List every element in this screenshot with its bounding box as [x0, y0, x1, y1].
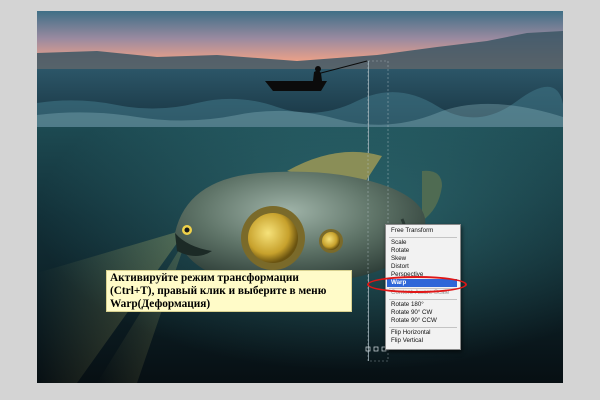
menu-item-scale[interactable]: Scale — [391, 239, 457, 247]
menu-item-skew[interactable]: Skew — [391, 255, 457, 263]
transform-context-menu[interactable]: Free Transform Scale Rotate Skew Distort… — [385, 224, 461, 350]
menu-separator — [389, 327, 457, 328]
menu-item-content-aware-scale: Content-Aware Scale — [391, 289, 450, 296]
caption-line-3: Warp(Деформация) — [110, 298, 211, 310]
instruction-caption: Активируйте режим трансформации (Ctrl+T)… — [106, 270, 352, 312]
menu-item-flip-horizontal[interactable]: Flip Horizontal — [391, 329, 457, 337]
menu-item-rotate-90-cw[interactable]: Rotate 90° CW — [391, 309, 457, 317]
screenshot-frame: Активируйте режим трансформации (Ctrl+T)… — [0, 0, 600, 400]
menu-item-warp[interactable]: Warp — [387, 279, 457, 287]
caption-line-2: (Ctrl+T), правый клик и выберите в меню — [110, 285, 327, 297]
menu-item-rotate-90-ccw[interactable]: Rotate 90° CCW — [391, 317, 457, 325]
underwater-scene — [37, 11, 563, 383]
menu-item-distort[interactable]: Distort — [391, 263, 457, 271]
menu-item-free-transform[interactable]: Free Transform — [391, 227, 457, 235]
menu-item-perspective[interactable]: Perspective — [391, 271, 457, 279]
menu-item-rotate[interactable]: Rotate — [391, 247, 457, 255]
menu-item-rotate-180[interactable]: Rotate 180° — [391, 301, 457, 309]
menu-separator — [389, 237, 457, 238]
photo-canvas[interactable] — [37, 11, 563, 383]
menu-item-flip-vertical[interactable]: Flip Vertical — [391, 337, 457, 345]
caption-line-1: Активируйте режим трансформации — [110, 272, 299, 284]
menu-separator — [389, 299, 457, 300]
